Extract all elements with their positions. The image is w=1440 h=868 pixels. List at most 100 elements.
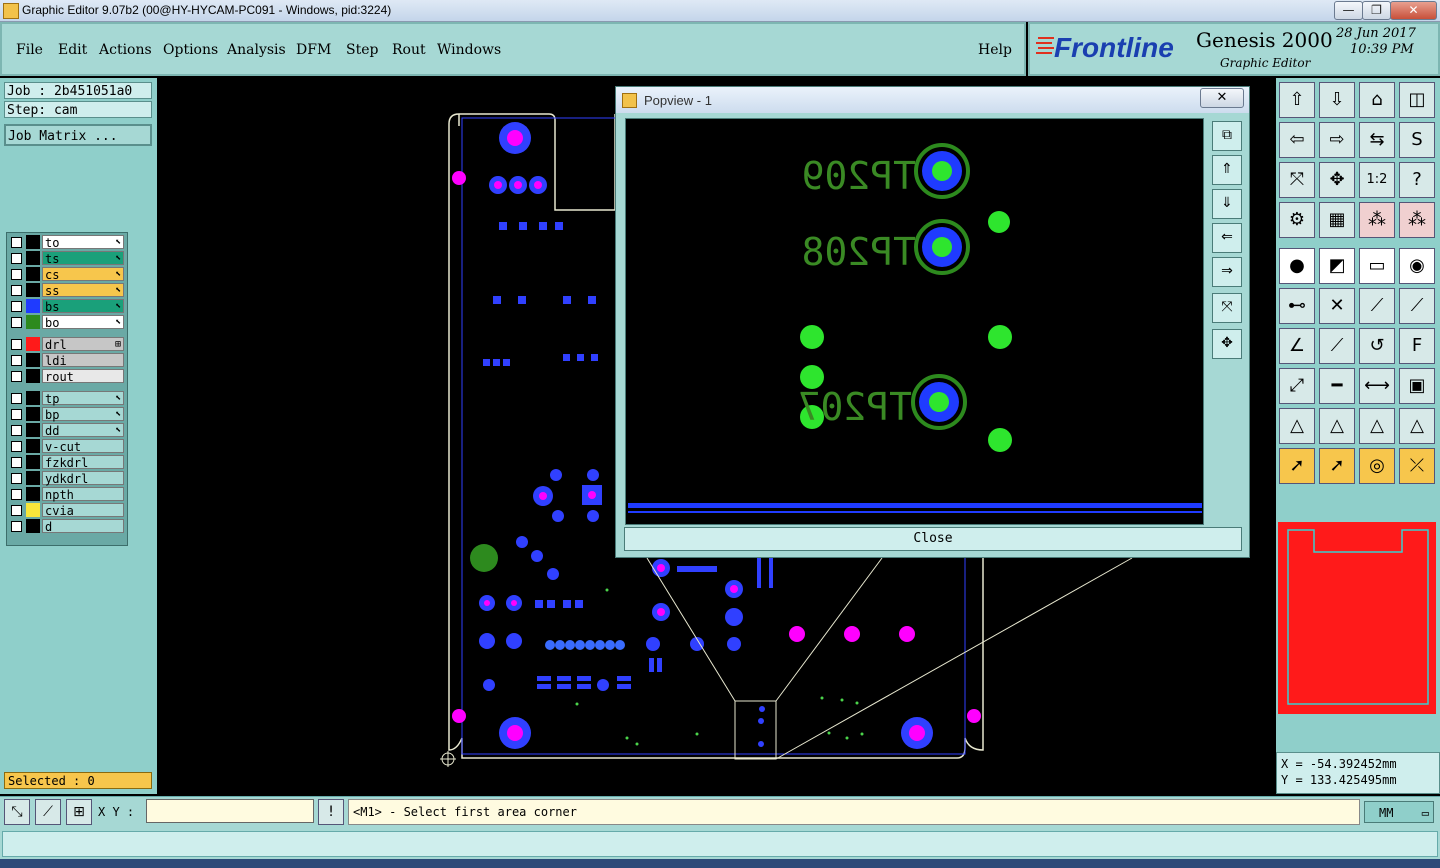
layer-checkbox[interactable] bbox=[11, 317, 22, 328]
menu-windows[interactable]: Windows bbox=[437, 42, 501, 58]
layer-row-tp[interactable]: tp ⬉ bbox=[9, 391, 125, 406]
layer-name[interactable]: ts ⬉ bbox=[42, 251, 124, 266]
layer-color-swatch[interactable] bbox=[26, 337, 40, 351]
maximize-button[interactable]: ❐ bbox=[1362, 1, 1391, 20]
layer-row-ldi[interactable]: ldi bbox=[9, 353, 125, 368]
layer-color-swatch[interactable] bbox=[26, 267, 40, 281]
layer-color-swatch[interactable] bbox=[26, 369, 40, 383]
menu-rout[interactable]: Rout bbox=[392, 42, 426, 58]
layer-name[interactable]: cvia bbox=[42, 503, 124, 518]
popview-pan-right-icon[interactable]: ⇒ bbox=[1212, 257, 1242, 287]
snap-icon[interactable]: ⤡ bbox=[4, 799, 30, 825]
home-view-icon[interactable]: ⌂ bbox=[1359, 82, 1395, 118]
layer-color-swatch[interactable] bbox=[26, 315, 40, 329]
layer-row-bs[interactable]: bs ⬉ bbox=[9, 299, 125, 314]
pad-icon[interactable]: ◉ bbox=[1399, 248, 1435, 284]
layer-checkbox[interactable] bbox=[11, 339, 22, 350]
layer-checkbox[interactable] bbox=[11, 301, 22, 312]
layer-checkbox[interactable] bbox=[11, 441, 22, 452]
layer-name[interactable]: cs ⬉ bbox=[42, 267, 124, 282]
pointer-icon[interactable]: ➚ bbox=[1279, 448, 1315, 484]
select-poly-icon[interactable]: ⤫ bbox=[1399, 448, 1435, 484]
layer-row-ydkdrl[interactable]: ydkdrl bbox=[9, 471, 125, 486]
layer-row-to[interactable]: to ⬉ bbox=[9, 235, 125, 250]
flip-icon[interactable]: S bbox=[1399, 122, 1435, 158]
layer-checkbox[interactable] bbox=[11, 237, 22, 248]
arc-icon[interactable]: ↺ bbox=[1359, 328, 1395, 364]
fit-profile-icon[interactable]: ✥ bbox=[1319, 162, 1355, 198]
feature-icon[interactable]: ● bbox=[1279, 248, 1315, 284]
layer-color-swatch[interactable] bbox=[26, 407, 40, 421]
layer-checkbox[interactable] bbox=[11, 393, 22, 404]
layer-row-dd[interactable]: dd ⬉ bbox=[9, 423, 125, 438]
layer-row-rout[interactable]: rout bbox=[9, 369, 125, 384]
layer-checkbox[interactable] bbox=[11, 457, 22, 468]
layer-checkbox[interactable] bbox=[11, 355, 22, 366]
layer-row-drl[interactable]: drl ⊞ bbox=[9, 337, 125, 352]
xy-input[interactable] bbox=[146, 799, 314, 823]
net2-icon[interactable]: ⁂ bbox=[1399, 202, 1435, 238]
layer-color-swatch[interactable] bbox=[26, 251, 40, 265]
layer-color-swatch[interactable] bbox=[26, 519, 40, 533]
layer-row-bp[interactable]: bp ⬉ bbox=[9, 407, 125, 422]
tri2-icon[interactable]: △ bbox=[1319, 408, 1355, 444]
grid-view-icon[interactable]: ▦ bbox=[1319, 202, 1355, 238]
layer-name[interactable]: to ⬉ bbox=[42, 235, 124, 250]
menu-actions[interactable]: Actions bbox=[99, 42, 152, 58]
help-icon[interactable]: ? bbox=[1399, 162, 1435, 198]
pan-left-icon[interactable]: ⇦ bbox=[1279, 122, 1315, 158]
line-icon[interactable]: ⟋ bbox=[1359, 288, 1395, 324]
layer-name[interactable]: npth bbox=[42, 487, 124, 502]
layer-checkbox[interactable] bbox=[11, 253, 22, 264]
menu-step[interactable]: Step bbox=[346, 42, 378, 58]
layer-row-cvia[interactable]: cvia bbox=[9, 503, 125, 518]
angle-icon[interactable]: ∠ bbox=[1279, 328, 1315, 364]
layer-color-swatch[interactable] bbox=[26, 391, 40, 405]
layer-row-bo[interactable]: bo ⬉ bbox=[9, 315, 125, 330]
menu-edit[interactable]: Edit bbox=[58, 42, 87, 58]
tools-icon[interactable]: ⚙ bbox=[1279, 202, 1315, 238]
select-icon[interactable]: ➚ bbox=[1319, 448, 1355, 484]
units-select[interactable]: MM ▭ bbox=[1364, 801, 1434, 823]
layer-row-v-cut[interactable]: v-cut bbox=[9, 439, 125, 454]
connect-icon[interactable]: ⊷ bbox=[1279, 288, 1315, 324]
zoom-up-icon[interactable]: ⇧ bbox=[1279, 82, 1315, 118]
popview-fit-icon[interactable]: ⤧ bbox=[1212, 293, 1242, 323]
layer-color-swatch[interactable] bbox=[26, 235, 40, 249]
layer-name[interactable]: tp ⬉ bbox=[42, 391, 124, 406]
layer-checkbox[interactable] bbox=[11, 521, 22, 532]
color-icon[interactable]: ◩ bbox=[1319, 248, 1355, 284]
scale-1-2-icon[interactable]: 1:2 bbox=[1359, 162, 1395, 198]
text-icon[interactable]: F bbox=[1399, 328, 1435, 364]
layer-name[interactable]: bs ⬉ bbox=[42, 299, 124, 314]
layer-name[interactable]: ss ⬉ bbox=[42, 283, 124, 298]
cross-icon[interactable]: ✕ bbox=[1319, 288, 1355, 324]
layer-checkbox[interactable] bbox=[11, 409, 22, 420]
popview-close-button[interactable]: Close bbox=[624, 527, 1242, 551]
layer-color-swatch[interactable] bbox=[26, 299, 40, 313]
layer-row-d[interactable]: d bbox=[9, 519, 125, 534]
layer-color-swatch[interactable] bbox=[26, 471, 40, 485]
layer-name[interactable]: bo ⬉ bbox=[42, 315, 124, 330]
fit-screen-icon[interactable]: ⤧ bbox=[1279, 162, 1315, 198]
layer-name[interactable]: bp ⬉ bbox=[42, 407, 124, 422]
layer-color-swatch[interactable] bbox=[26, 455, 40, 469]
popview-zoom-icon[interactable]: ⧉ bbox=[1212, 121, 1242, 151]
menu-options[interactable]: Options bbox=[163, 42, 218, 58]
triangle-icon[interactable]: △ bbox=[1279, 408, 1315, 444]
menu-dfm[interactable]: DFM bbox=[296, 42, 331, 58]
layer-name[interactable]: ldi bbox=[42, 353, 124, 368]
board-minimap[interactable] bbox=[1278, 522, 1436, 714]
popview-home-icon[interactable]: ✥ bbox=[1212, 329, 1242, 359]
layer-name[interactable]: d bbox=[42, 519, 124, 534]
menu-analysis[interactable]: Analysis bbox=[227, 42, 286, 58]
layer-name[interactable]: rout bbox=[42, 369, 124, 384]
layer-row-npth[interactable]: npth bbox=[9, 487, 125, 502]
tri4-icon[interactable]: △ bbox=[1399, 408, 1435, 444]
select-circle-icon[interactable]: ◎ bbox=[1359, 448, 1395, 484]
popview-pan-down-icon[interactable]: ⇓ bbox=[1212, 189, 1242, 219]
layer-row-ss[interactable]: ss ⬉ bbox=[9, 283, 125, 298]
layer-row-cs[interactable]: cs ⬉ bbox=[9, 267, 125, 282]
split-view-icon[interactable]: ◫ bbox=[1399, 82, 1435, 118]
layer-row-fzkdrl[interactable]: fzkdrl bbox=[9, 455, 125, 470]
